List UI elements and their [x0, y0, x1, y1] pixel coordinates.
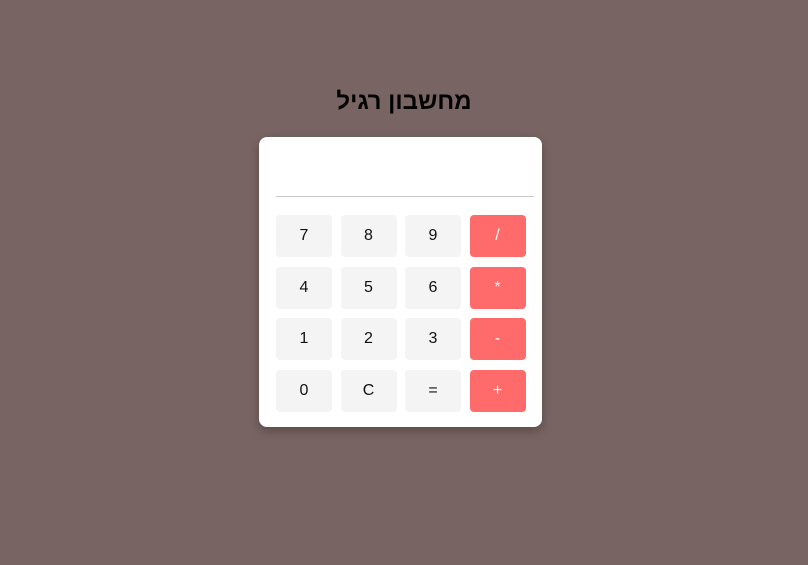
- page-title: מחשבון רגיל: [336, 88, 472, 115]
- key-7-button[interactable]: 7: [276, 215, 332, 257]
- key-8-button[interactable]: 8: [340, 215, 397, 257]
- keypad: 7 8 9/ 4 5 6 * 1 2 3- 0 C = +: [276, 215, 526, 412]
- key-3-button[interactable]: 3: [405, 318, 461, 360]
- calculator-panel: 7 8 9/ 4 5 6 * 1 2 3- 0 C = +: [259, 137, 542, 427]
- key-0-button[interactable]: 0: [276, 369, 332, 412]
- key-4-button[interactable]: 4: [276, 266, 332, 309]
- equals-button[interactable]: =: [405, 369, 461, 412]
- multiply-button[interactable]: *: [469, 266, 526, 309]
- add-button[interactable]: +: [469, 369, 526, 412]
- subtract-button[interactable]: -: [469, 318, 526, 360]
- key-6-button[interactable]: 6: [405, 266, 461, 309]
- calculator-display[interactable]: [276, 149, 534, 197]
- key-1-button[interactable]: 1: [276, 318, 332, 360]
- page: מחשבון רגיל 7 8 9/ 4 5 6 * 1 2 3- 0 C = +: [0, 0, 808, 565]
- key-2-button[interactable]: 2: [340, 318, 397, 360]
- divide-button[interactable]: /: [469, 215, 526, 257]
- key-9-button[interactable]: 9: [405, 215, 461, 257]
- key-5-button[interactable]: 5: [340, 266, 397, 309]
- clear-button[interactable]: C: [340, 369, 397, 412]
